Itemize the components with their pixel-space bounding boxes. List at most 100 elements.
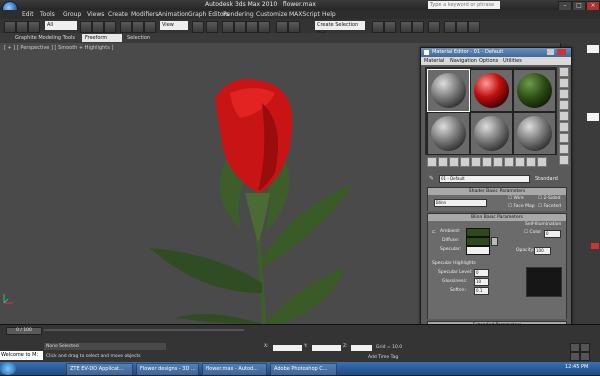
layer-manager-icon[interactable] bbox=[372, 21, 384, 33]
ref-coord-dropdown[interactable]: View bbox=[160, 21, 188, 30]
tab-freeform[interactable]: Freeform bbox=[82, 34, 122, 42]
start-button[interactable] bbox=[0, 362, 16, 375]
minimize-button[interactable] bbox=[547, 49, 554, 55]
color-swatch[interactable] bbox=[591, 243, 599, 249]
pivot-icon[interactable] bbox=[192, 21, 204, 33]
self-illum-value[interactable]: 0 bbox=[544, 230, 561, 238]
put-to-library-icon[interactable] bbox=[482, 157, 492, 167]
shader-dropdown[interactable]: Blinn bbox=[434, 199, 487, 207]
pan-icon[interactable] bbox=[570, 352, 580, 361]
named-selection-dropdown[interactable]: Create Selection Set bbox=[315, 21, 365, 37]
wire-checkbox[interactable]: ☐ Wire bbox=[508, 196, 524, 201]
viewport-label[interactable]: [ + ] [ Perspective ] [ Smooth + Highlig… bbox=[4, 45, 113, 51]
sample-slot[interactable] bbox=[470, 69, 513, 112]
taskbar-item[interactable]: ZTE EV-DO Applicat... bbox=[66, 363, 133, 376]
show-map-icon[interactable] bbox=[504, 157, 514, 167]
sample-slot[interactable] bbox=[470, 112, 513, 155]
graphite-toggle-icon[interactable] bbox=[384, 21, 396, 33]
taskbar-item[interactable]: Flower designs - 3D ... bbox=[136, 363, 199, 376]
menu-tools[interactable]: Tools bbox=[40, 10, 55, 19]
material-editor-icon[interactable] bbox=[428, 21, 440, 33]
menu-maxscript[interactable]: MAXScript bbox=[289, 10, 320, 19]
opacity-value[interactable]: 100 bbox=[534, 247, 551, 255]
go-to-parent-icon[interactable] bbox=[526, 157, 536, 167]
menu-help[interactable]: Help bbox=[322, 10, 336, 19]
orbit-icon[interactable] bbox=[580, 352, 590, 361]
menu-views[interactable]: Views bbox=[87, 10, 104, 19]
menu-utilities[interactable]: Utilities bbox=[503, 57, 522, 65]
sample-type-icon[interactable] bbox=[559, 67, 569, 77]
sample-slot[interactable] bbox=[427, 112, 470, 155]
specular-color-swatch[interactable] bbox=[466, 246, 490, 255]
undo-icon[interactable] bbox=[4, 21, 16, 33]
menu-group[interactable]: Group bbox=[63, 10, 81, 19]
rendered-frame-icon[interactable] bbox=[456, 21, 468, 33]
material-editor-window[interactable]: Material Editor - 01 - Default Material … bbox=[420, 47, 572, 361]
command-panel-field[interactable] bbox=[587, 113, 599, 121]
select-rotate-icon[interactable] bbox=[132, 21, 144, 33]
selection-filter[interactable]: All bbox=[45, 21, 77, 30]
menu-customize[interactable]: Customize bbox=[256, 10, 288, 19]
assign-to-selection-icon[interactable] bbox=[449, 157, 459, 167]
menu-modifiers[interactable]: Modifiers bbox=[131, 10, 158, 19]
x-coordinate-field[interactable] bbox=[272, 344, 303, 352]
schematic-view-icon[interactable] bbox=[412, 21, 424, 33]
select-scale-icon[interactable] bbox=[144, 21, 156, 33]
menu-animation[interactable]: Animation bbox=[158, 10, 189, 19]
sample-slot[interactable] bbox=[513, 112, 556, 155]
get-material-icon[interactable] bbox=[427, 157, 437, 167]
mirror-icon[interactable] bbox=[276, 21, 288, 33]
backlight-icon[interactable] bbox=[559, 78, 569, 88]
tab-selection[interactable]: Selection bbox=[124, 34, 153, 42]
align-icon[interactable] bbox=[288, 21, 300, 33]
select-move-icon[interactable] bbox=[120, 21, 132, 33]
two-sided-checkbox[interactable]: ☐ 2-Sided bbox=[538, 196, 561, 201]
command-panel-field[interactable] bbox=[587, 45, 599, 53]
eyedropper-icon[interactable]: ✎ bbox=[429, 175, 434, 182]
percent-snap-icon[interactable] bbox=[246, 21, 258, 33]
material-navigator-icon[interactable] bbox=[559, 155, 569, 165]
put-to-scene-icon[interactable] bbox=[438, 157, 448, 167]
make-unique-icon[interactable] bbox=[471, 157, 481, 167]
select-by-material-icon[interactable] bbox=[559, 144, 569, 154]
tab-graphite-modeling-tools[interactable]: Graphite Modeling Tools bbox=[12, 34, 78, 42]
make-preview-icon[interactable] bbox=[559, 122, 569, 132]
reset-map-icon[interactable] bbox=[460, 157, 470, 167]
glossiness-value[interactable]: 10 bbox=[474, 278, 489, 286]
select-object-icon[interactable] bbox=[80, 21, 92, 33]
angle-snap-icon[interactable] bbox=[234, 21, 246, 33]
render-production-icon[interactable] bbox=[468, 21, 480, 33]
close-button[interactable] bbox=[557, 49, 566, 55]
render-setup-icon[interactable] bbox=[444, 21, 456, 33]
spinner-snap-icon[interactable] bbox=[258, 21, 270, 33]
menu-options[interactable]: Options bbox=[479, 57, 498, 65]
zoom-all-icon[interactable] bbox=[580, 343, 590, 352]
diffuse-map-button[interactable] bbox=[491, 237, 498, 246]
menu-rendering[interactable]: Rendering bbox=[223, 10, 254, 19]
curve-editor-icon[interactable] bbox=[400, 21, 412, 33]
specular-level-value[interactable]: 0 bbox=[474, 269, 489, 277]
zoom-icon[interactable] bbox=[570, 343, 580, 352]
lock-icon[interactable]: ⊏ bbox=[432, 230, 436, 235]
soften-value[interactable]: 0.1 bbox=[474, 287, 489, 295]
redo-icon[interactable] bbox=[16, 21, 28, 33]
link-icon[interactable] bbox=[28, 21, 40, 33]
select-by-name-icon[interactable] bbox=[92, 21, 104, 33]
faceted-checkbox[interactable]: ☐ Faceted bbox=[538, 204, 561, 209]
manipulate-icon[interactable] bbox=[206, 21, 218, 33]
sample-slot[interactable] bbox=[513, 69, 556, 112]
search-input[interactable]: Type a keyword or phrase bbox=[428, 1, 500, 9]
menu-edit[interactable]: Edit bbox=[22, 10, 34, 19]
taskbar-item[interactable]: flower.max - Autod... bbox=[202, 363, 267, 376]
diffuse-color-swatch[interactable] bbox=[466, 237, 490, 246]
face-map-checkbox[interactable]: ☐ Face Map bbox=[508, 204, 535, 209]
menu-material[interactable]: Material bbox=[424, 57, 444, 65]
rect-select-icon[interactable] bbox=[104, 21, 116, 33]
y-coordinate-field[interactable] bbox=[311, 344, 342, 352]
material-type-button[interactable]: Standard bbox=[535, 175, 558, 183]
maxscript-listener[interactable]: Welcome to M: bbox=[0, 351, 43, 360]
options-icon[interactable] bbox=[559, 133, 569, 143]
sample-uv-icon[interactable] bbox=[559, 100, 569, 110]
material-id-icon[interactable] bbox=[493, 157, 503, 167]
go-forward-icon[interactable] bbox=[537, 157, 547, 167]
